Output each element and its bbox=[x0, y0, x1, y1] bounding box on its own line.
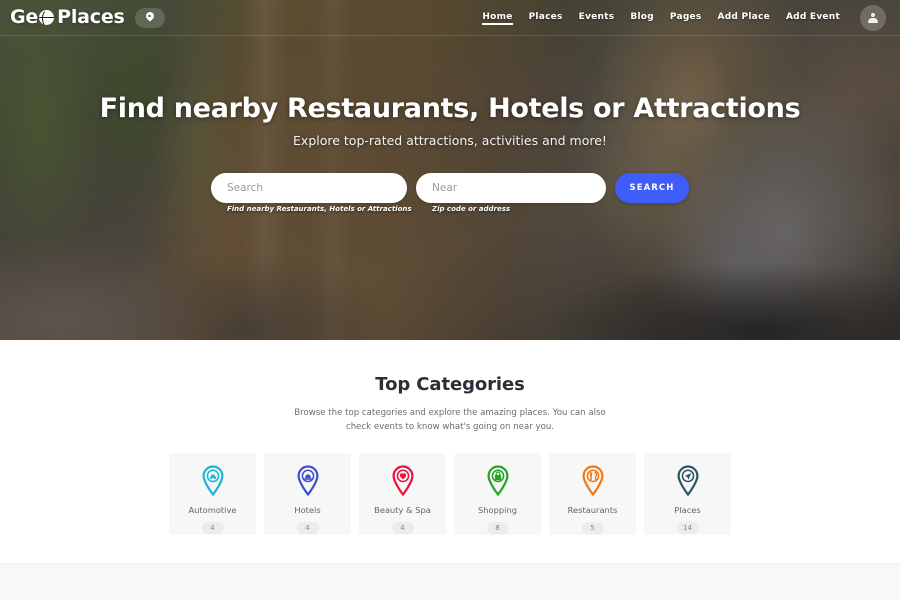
brand-area: Ge Places bbox=[10, 7, 165, 28]
category-label: Shopping bbox=[478, 504, 517, 515]
globe-icon bbox=[39, 10, 55, 25]
bed-pin-icon bbox=[296, 465, 319, 497]
page-root: Ge Places Home Places Events Blog Pages … bbox=[0, 0, 900, 600]
site-logo[interactable]: Ge Places bbox=[10, 8, 125, 27]
category-card-beauty-spa[interactable]: Beauty & Spa 4 bbox=[359, 452, 446, 535]
category-label: Places bbox=[674, 504, 701, 515]
section-description: Browse the top categories and explore th… bbox=[294, 408, 606, 432]
hero-subtitle: Explore top-rated attractions, activitie… bbox=[293, 133, 607, 148]
category-card-restaurants[interactable]: Restaurants 5 bbox=[549, 452, 636, 535]
category-count-badge: 5 bbox=[581, 521, 604, 534]
hero-title: Find nearby Restaurants, Hotels or Attra… bbox=[99, 93, 801, 124]
search-submit-button[interactable]: SEARCH bbox=[615, 173, 689, 203]
section-title: Top Categories bbox=[375, 374, 525, 395]
category-card-list: Automotive 4 Hotels 4 Beauty & Spa 4 Sho… bbox=[0, 452, 900, 535]
user-account-button[interactable] bbox=[860, 4, 886, 31]
keyword-field-group: Find nearby Restaurants, Hotels or Attra… bbox=[211, 173, 412, 213]
nav-item-add-event[interactable]: Add Event bbox=[786, 12, 840, 24]
category-count-badge: 8 bbox=[486, 521, 509, 534]
nav-item-events[interactable]: Events bbox=[579, 12, 615, 24]
map-pin-icon bbox=[146, 12, 154, 23]
nav-item-add-place[interactable]: Add Place bbox=[718, 12, 770, 24]
car-pin-icon bbox=[201, 465, 224, 497]
near-field-hint: Zip code or address bbox=[432, 205, 511, 213]
category-card-shopping[interactable]: Shopping 8 bbox=[454, 452, 541, 535]
category-label: Beauty & Spa bbox=[374, 504, 431, 515]
category-count-badge: 4 bbox=[296, 521, 319, 534]
logo-text-post: Places bbox=[57, 6, 125, 28]
category-card-hotels[interactable]: Hotels 4 bbox=[264, 452, 351, 535]
nav-item-pages[interactable]: Pages bbox=[670, 12, 702, 24]
category-label: Hotels bbox=[294, 504, 321, 515]
user-avatar-icon bbox=[868, 12, 879, 23]
page-bottom-strip bbox=[0, 563, 900, 600]
main-navigation: Home Places Events Blog Pages Add Place … bbox=[482, 4, 886, 31]
logo-text-pre: Ge bbox=[10, 6, 39, 28]
search-near-input[interactable] bbox=[416, 173, 606, 203]
cutlery-pin-icon bbox=[581, 465, 604, 497]
nav-item-home[interactable]: Home bbox=[482, 12, 513, 25]
top-categories-section: Top Categories Browse the top categories… bbox=[0, 340, 900, 563]
category-card-places[interactable]: Places 14 bbox=[644, 452, 731, 535]
shopping-bag-pin-icon bbox=[486, 465, 509, 497]
hero-content: Find nearby Restaurants, Hotels or Attra… bbox=[0, 36, 900, 340]
keyword-field-hint: Find nearby Restaurants, Hotels or Attra… bbox=[227, 205, 412, 213]
category-count-badge: 14 bbox=[676, 521, 699, 534]
nav-item-blog[interactable]: Blog bbox=[630, 12, 654, 24]
nav-item-places[interactable]: Places bbox=[529, 12, 563, 24]
near-field-group: Zip code or address bbox=[416, 173, 606, 213]
hero-search-bar: Find nearby Restaurants, Hotels or Attra… bbox=[211, 173, 689, 213]
hero-banner: Ge Places Home Places Events Blog Pages … bbox=[0, 0, 900, 340]
category-count-badge: 4 bbox=[201, 521, 224, 534]
category-card-automotive[interactable]: Automotive 4 bbox=[169, 452, 256, 535]
navigation-pin-icon bbox=[676, 465, 699, 497]
category-count-badge: 4 bbox=[391, 521, 414, 534]
site-header: Ge Places Home Places Events Blog Pages … bbox=[0, 0, 900, 36]
category-label: Restaurants bbox=[567, 504, 618, 515]
location-pin-button[interactable] bbox=[134, 7, 165, 28]
search-keyword-input[interactable] bbox=[211, 173, 407, 203]
spa-pin-icon bbox=[391, 465, 414, 497]
category-label: Automotive bbox=[188, 504, 237, 515]
